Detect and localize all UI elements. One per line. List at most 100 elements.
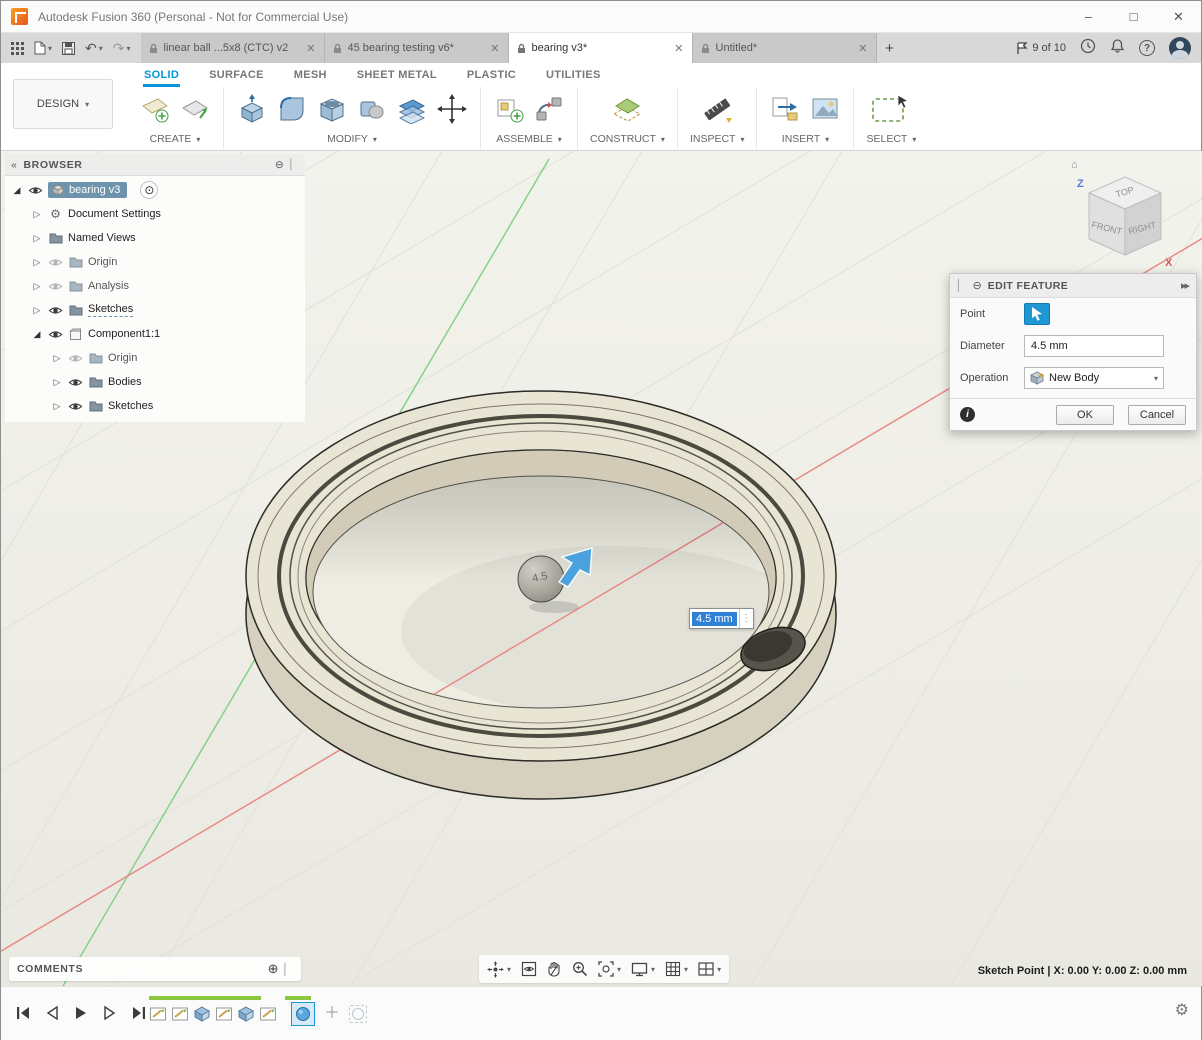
fit-icon[interactable]: ▾ xyxy=(596,959,623,979)
expander-icon[interactable]: ▷ xyxy=(31,233,43,244)
design-menu-button[interactable]: DESIGN ▾ xyxy=(13,79,113,129)
save-icon[interactable] xyxy=(58,36,79,60)
create-sketch-icon[interactable] xyxy=(139,91,171,127)
modify-dropdown[interactable]: MODIFY ▾ xyxy=(327,133,377,145)
viewports-icon[interactable]: ▾ xyxy=(696,960,723,978)
sketch-feature-icon[interactable] xyxy=(149,1005,167,1023)
eye-icon[interactable] xyxy=(48,303,63,318)
tab-close-icon[interactable]: ✕ xyxy=(674,42,683,55)
new-component-icon[interactable] xyxy=(493,91,525,127)
expander-icon[interactable]: ▷ xyxy=(31,305,43,316)
eye-off-icon[interactable] xyxy=(48,279,63,294)
dimension-value[interactable]: 4.5 mm xyxy=(692,611,737,626)
browser-item-sketches[interactable]: ▷ Sketches xyxy=(5,298,305,322)
inspect-dropdown[interactable]: INSPECT ▾ xyxy=(690,133,745,145)
sketch-feature-icon[interactable] xyxy=(171,1005,189,1023)
select-dropdown[interactable]: SELECT ▾ xyxy=(866,133,916,145)
step-forward-icon[interactable] xyxy=(100,1003,120,1023)
comments-grip-icon[interactable]: ▏ xyxy=(285,963,293,976)
tab-close-icon[interactable]: ✕ xyxy=(306,42,315,55)
viewcube[interactable]: ⌂ TOP FRONT RIGHT Z X xyxy=(1071,159,1177,273)
history-clock-icon[interactable] xyxy=(1080,38,1096,59)
doc-tab[interactable]: 45 bearing testing v6* ✕ xyxy=(324,33,509,63)
info-icon[interactable]: i xyxy=(960,407,975,422)
dialog-header[interactable]: ▏ ⊖ EDIT FEATURE ▸▸ xyxy=(950,274,1196,298)
doc-tab[interactable]: linear ball ...5x8 (CTC) v2 ✕ xyxy=(140,33,325,63)
current-sphere-feature-icon[interactable] xyxy=(291,1002,315,1026)
expander-icon[interactable]: ▷ xyxy=(51,401,63,412)
sketch-feature-icon[interactable] xyxy=(259,1005,277,1023)
root-document-chip[interactable]: bearing v3 xyxy=(48,182,128,198)
expander-icon[interactable]: ▷ xyxy=(51,377,63,388)
browser-minimize-icon[interactable]: ⊖ xyxy=(275,159,284,171)
expander-icon[interactable]: ▷ xyxy=(31,209,43,220)
doc-tab-active[interactable]: bearing v3* ✕ xyxy=(508,33,693,63)
close-icon[interactable]: ✕ xyxy=(1156,1,1201,32)
app-grid-icon[interactable] xyxy=(7,36,28,60)
pan-hand-icon[interactable] xyxy=(545,959,564,979)
ribbon-tab-solid[interactable]: SOLID xyxy=(143,66,181,87)
shell-icon[interactable] xyxy=(316,91,348,127)
go-to-start-icon[interactable] xyxy=(13,1003,33,1023)
file-icon[interactable]: ▾ xyxy=(30,36,56,60)
dimension-grip-icon[interactable]: ⋮ xyxy=(738,609,753,628)
avatar[interactable] xyxy=(1169,37,1191,59)
comments-add-icon[interactable]: ⊕ xyxy=(268,961,279,977)
create-form-icon[interactable] xyxy=(179,91,211,127)
construct-dropdown[interactable]: CONSTRUCT ▾ xyxy=(590,133,665,145)
expander-icon[interactable]: ▷ xyxy=(31,281,43,292)
ribbon-tab-plastic[interactable]: PLASTIC xyxy=(466,66,517,87)
notifications-bell-icon[interactable] xyxy=(1110,38,1125,59)
offset-face-icon[interactable] xyxy=(396,91,428,127)
expander-icon[interactable]: ▷ xyxy=(51,353,63,364)
browser-item-named-views[interactable]: ▷ Named Views xyxy=(5,226,305,250)
gear-icon[interactable]: ⚙ xyxy=(1175,1000,1189,1020)
select-icon[interactable] xyxy=(869,91,913,127)
job-status-button[interactable]: 9 of 10 xyxy=(1016,41,1066,55)
extrude-feature-icon[interactable] xyxy=(237,1005,255,1023)
create-dropdown[interactable]: CREATE ▾ xyxy=(150,133,201,145)
look-at-icon[interactable] xyxy=(519,959,539,979)
dialog-expand-icon[interactable]: ▸▸ xyxy=(1181,279,1190,292)
cancel-button[interactable]: Cancel xyxy=(1128,404,1186,425)
zoom-icon[interactable] xyxy=(570,959,590,979)
help-icon[interactable]: ? xyxy=(1139,40,1155,56)
dimension-input[interactable]: 4.5 mm ⋮ xyxy=(689,608,754,629)
ribbon-tab-sheet-metal[interactable]: SHEET METAL xyxy=(356,66,438,87)
move-icon[interactable] xyxy=(436,91,468,127)
browser-item-component1[interactable]: ◢ Component1:1 xyxy=(5,322,305,346)
expander-icon[interactable]: ◢ xyxy=(11,185,23,196)
browser-grip-icon[interactable]: ▏ xyxy=(290,159,299,171)
display-settings-icon[interactable]: ▾ xyxy=(629,960,657,979)
press-pull-icon[interactable] xyxy=(236,91,268,127)
dialog-grip-icon[interactable]: ▏ xyxy=(958,279,966,292)
activate-component-radio[interactable]: ⊙ xyxy=(140,181,159,199)
viewcube-home-icon[interactable]: ⌂ xyxy=(1071,159,1078,171)
eye-icon[interactable] xyxy=(48,327,63,342)
ribbon-tab-utilities[interactable]: UTILITIES xyxy=(545,66,602,87)
timeline-position-marker[interactable] xyxy=(325,1005,339,1024)
joint-icon[interactable] xyxy=(533,91,565,127)
step-back-icon[interactable] xyxy=(42,1003,62,1023)
browser-item-component-origin[interactable]: ▷ Origin xyxy=(5,346,305,370)
grid-icon[interactable]: ▾ xyxy=(663,959,690,979)
go-to-end-icon[interactable] xyxy=(129,1003,149,1023)
ghost-feature-icon[interactable] xyxy=(349,1005,367,1023)
construction-plane-icon[interactable] xyxy=(611,91,643,127)
play-icon[interactable] xyxy=(71,1003,91,1023)
extrude-feature-icon[interactable] xyxy=(193,1005,211,1023)
redo-icon[interactable]: ↷ ▾ xyxy=(109,36,135,60)
combine-icon[interactable] xyxy=(356,91,388,127)
browser-item-component-sketches[interactable]: ▷ Sketches xyxy=(5,394,305,418)
doc-tab[interactable]: Untitled* ✕ xyxy=(692,33,877,63)
maximize-icon[interactable]: □ xyxy=(1111,1,1156,32)
browser-item-document-settings[interactable]: ▷ ⚙ Document Settings xyxy=(5,202,305,226)
browser-collapse-icon[interactable]: « xyxy=(11,159,17,171)
insert-derive-icon[interactable] xyxy=(769,91,801,127)
eye-off-icon[interactable] xyxy=(68,351,83,366)
minimize-icon[interactable]: – xyxy=(1066,1,1111,32)
fillet-icon[interactable] xyxy=(276,91,308,127)
measure-icon[interactable] xyxy=(701,91,733,127)
browser-item-root[interactable]: ◢ bearing v3 ⊙ xyxy=(5,178,305,202)
orbit-icon[interactable]: ▾ xyxy=(485,959,513,980)
